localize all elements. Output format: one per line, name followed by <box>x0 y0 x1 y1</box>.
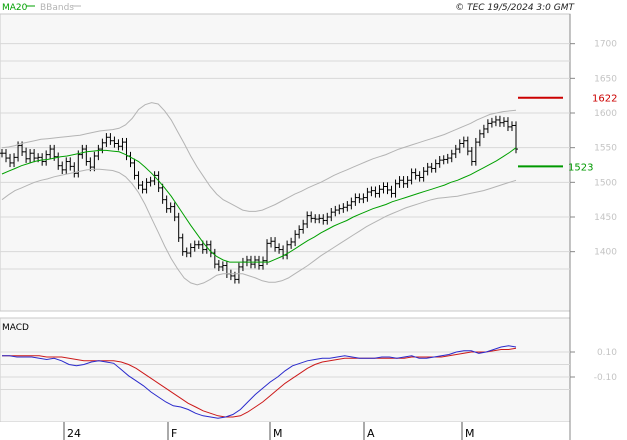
legend-bbands: BBands <box>40 3 74 13</box>
legend-ma20: MA20 <box>2 3 28 13</box>
resistance-marker-label: 1622 <box>592 94 617 105</box>
price-y-tick-label: 1500 <box>594 178 617 188</box>
macd-y-tick-label: -0.10 <box>594 373 618 383</box>
macd-panel <box>0 317 571 423</box>
price-y-tick-label: 1700 <box>594 40 617 50</box>
price-panel <box>0 13 571 312</box>
support-marker-label: 1523 <box>568 162 593 173</box>
price-y-tick-label: 1550 <box>594 144 617 154</box>
copyright-text: © TEC 19/5/2024 3:0 GMT <box>455 3 575 13</box>
x-tick-label: 24 <box>67 427 81 440</box>
macd-title: MACD <box>2 323 29 333</box>
price-y-tick-label: 1650 <box>594 74 617 84</box>
price-y-tick-label: 1450 <box>594 213 617 223</box>
x-tick-label: M <box>273 427 283 440</box>
price-chart: 1700 1650 1600 1550 1500 1450 1400 0.10 -0.10 2… <box>0 0 627 440</box>
x-tick-label: F <box>171 427 177 440</box>
x-tick-label: M <box>465 427 475 440</box>
macd-y-tick-label: 0.10 <box>597 348 617 358</box>
price-y-tick-label: 1400 <box>594 248 617 258</box>
price-y-tick-label: 1600 <box>594 109 617 119</box>
x-axis-band <box>0 422 570 440</box>
x-tick-label: A <box>367 427 375 440</box>
